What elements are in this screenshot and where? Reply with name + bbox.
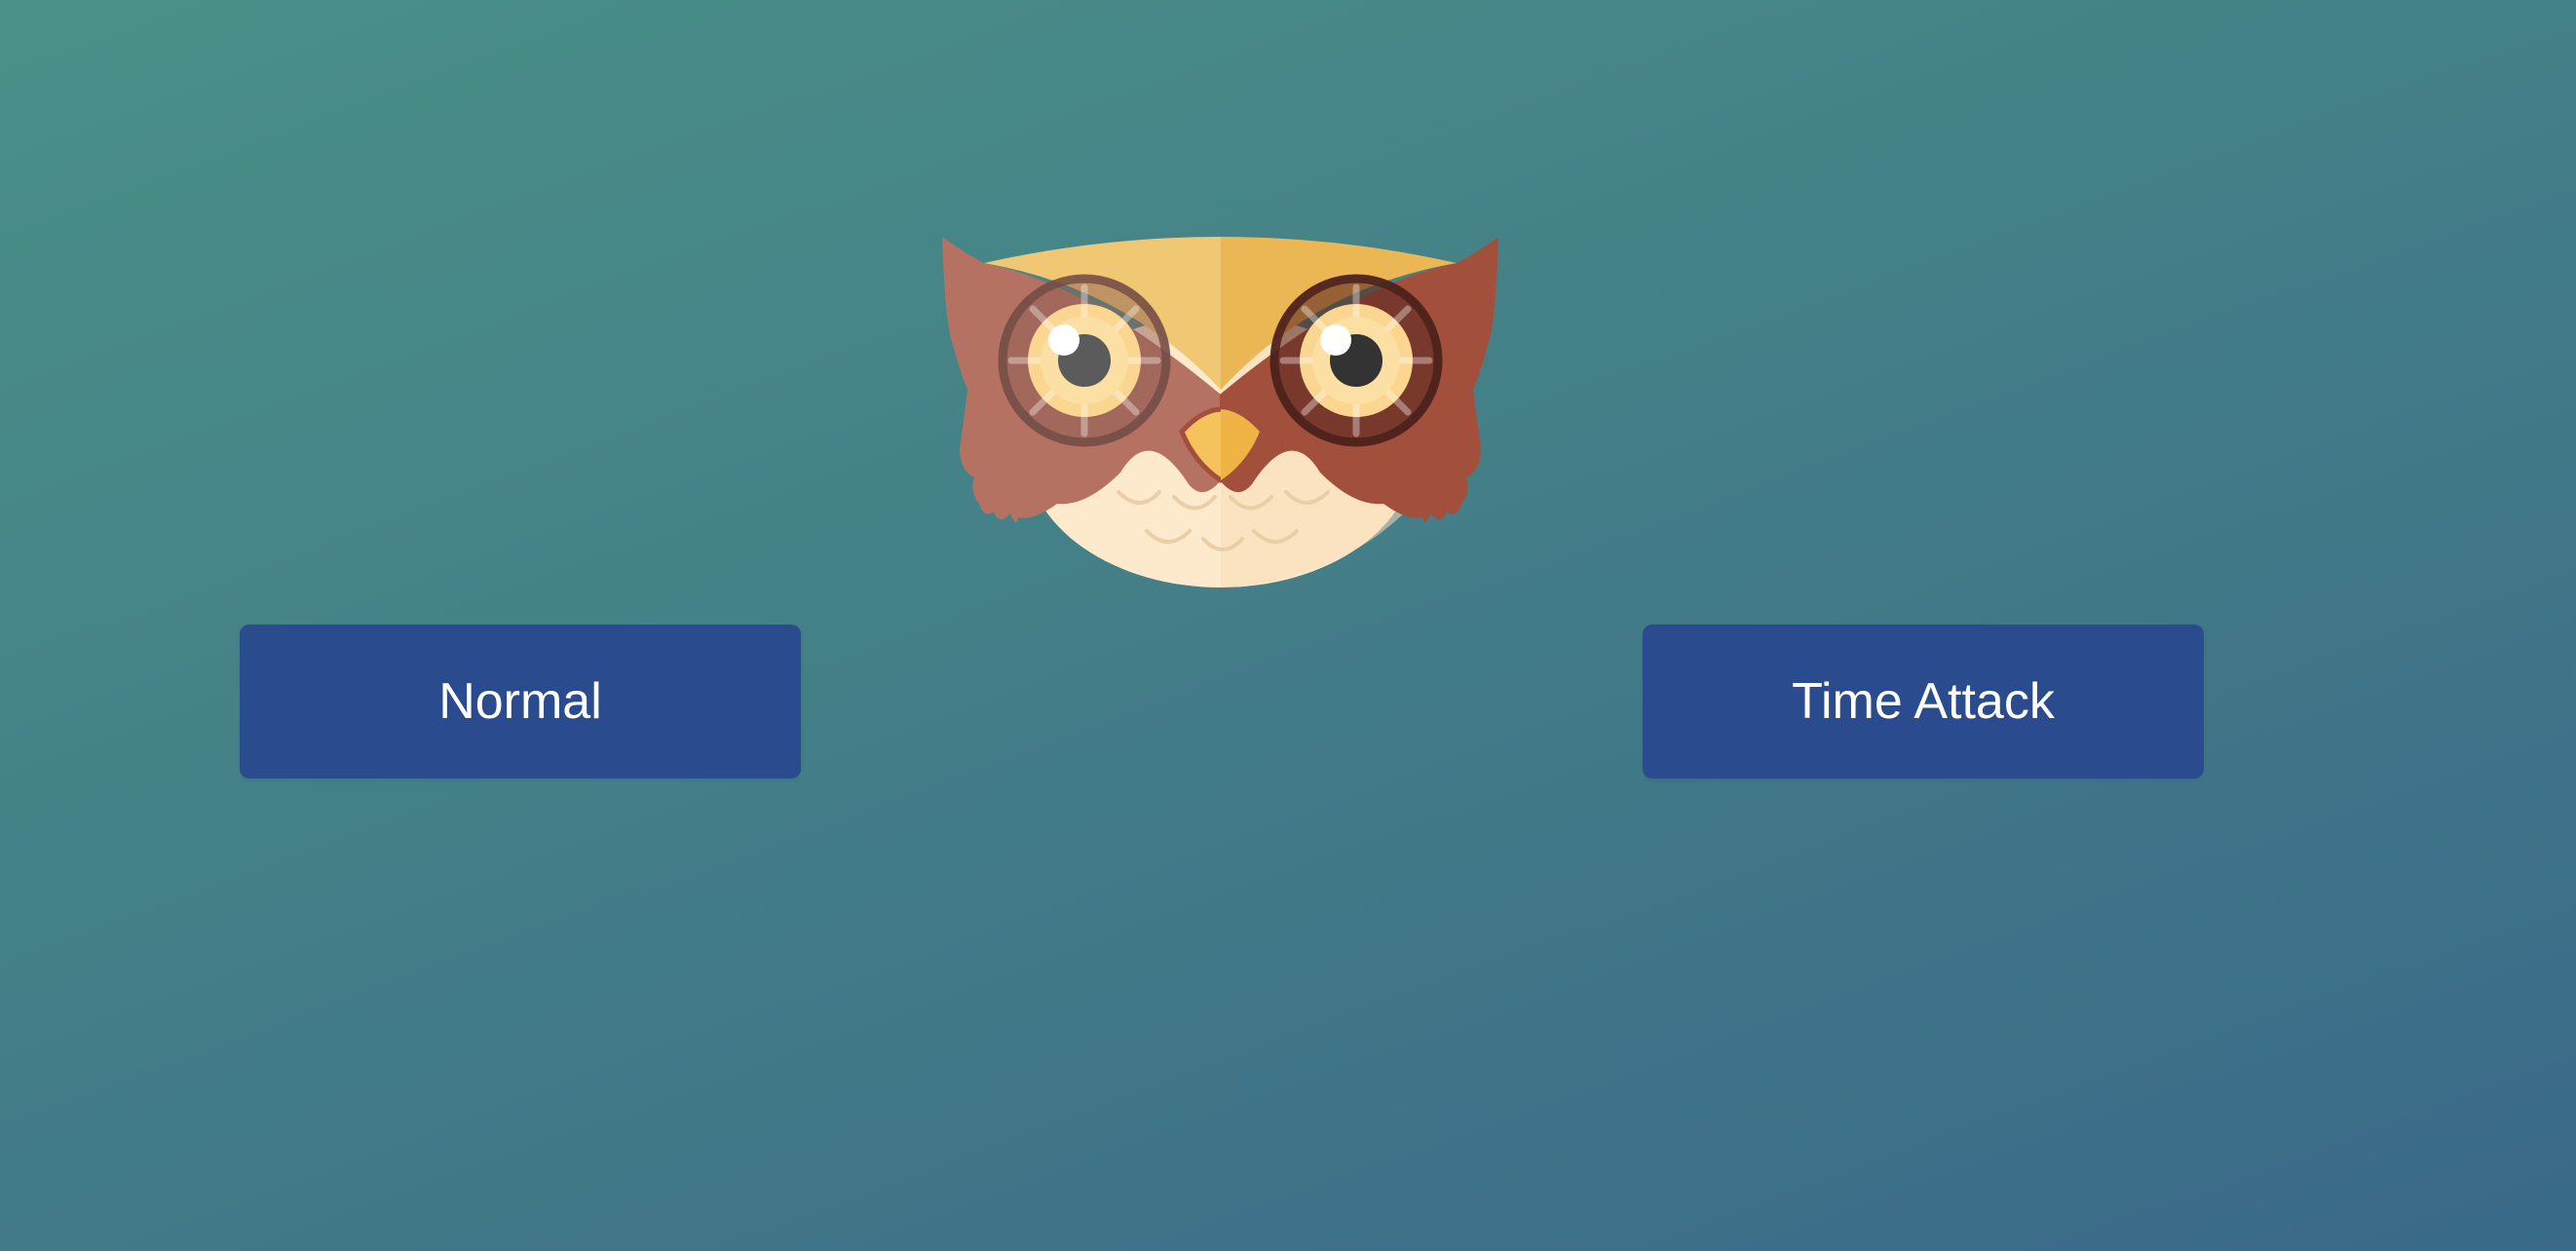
owl-right-eye (1269, 274, 1443, 447)
time-attack-mode-button[interactable]: Time Attack (1643, 625, 2204, 778)
owl-left-eye (998, 274, 1171, 447)
owl-icon (942, 237, 1498, 588)
normal-mode-button[interactable]: Normal (240, 625, 801, 778)
